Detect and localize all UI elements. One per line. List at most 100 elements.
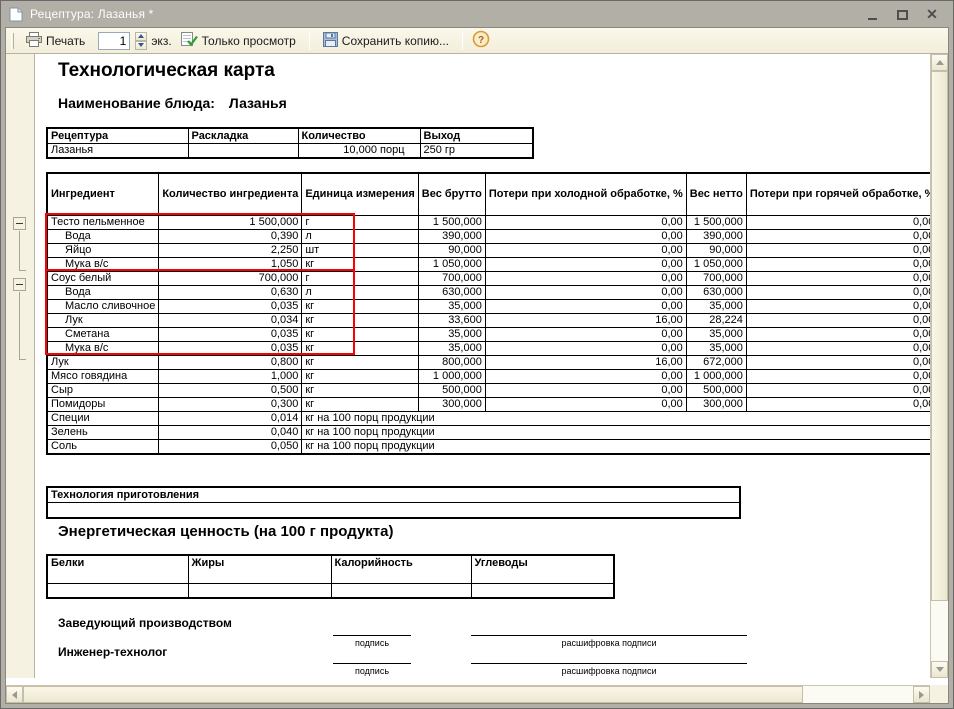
column-header: Жиры <box>188 555 331 583</box>
ingredients-table: ИнгредиентКоличество ингредиентаЕдиница … <box>46 172 930 455</box>
horizontal-scroll-thumb[interactable] <box>23 686 803 703</box>
technology-empty-row <box>48 503 739 517</box>
view-only-button[interactable]: Только просмотр <box>176 30 301 52</box>
table-cell: 0,00 <box>746 341 930 355</box>
close-button[interactable]: ✕ <box>925 8 939 20</box>
view-only-icon <box>181 32 198 50</box>
spinner-down-button[interactable] <box>135 41 147 50</box>
group-connector-line <box>19 292 20 359</box>
ingredient-row: Мука в/с0,035кг35,0000,0035,0000,0035,00… <box>47 341 930 355</box>
table-cell: 390,000 <box>686 229 746 243</box>
titlebar: Рецептура: Лазанья * ✕ <box>1 1 953 27</box>
column-header: Количество ингредиента <box>159 173 302 215</box>
table-cell: 0,390 <box>159 229 302 243</box>
dish-label: Наименование блюда: <box>58 95 215 111</box>
toolbar: Печать экз. Только просмотр Сохранить ко… <box>6 28 948 54</box>
table-cell: 0,034 <box>159 313 302 327</box>
horizontal-scrollbar[interactable] <box>6 685 930 703</box>
table-cell: Масло сливочное <box>47 299 159 313</box>
table-cell: 0,00 <box>746 257 930 271</box>
table-cell: Вода <box>47 285 159 299</box>
table-cell: кг на 100 порц продукции <box>302 425 930 439</box>
save-copy-button[interactable]: Сохранить копию... <box>318 30 454 52</box>
table-cell: 0,00 <box>746 397 930 411</box>
table-cell: 700,000 <box>159 271 302 285</box>
table-cell: Соус белый <box>47 271 159 285</box>
vertical-scrollbar[interactable] <box>930 54 948 678</box>
table-cell: 250 гр <box>420 144 533 158</box>
spinner-up-button[interactable] <box>135 32 147 41</box>
energy-value-table: БелкиЖирыКалорийностьУглеводы <box>46 554 615 599</box>
scroll-up-button[interactable] <box>931 54 948 71</box>
status-strip <box>6 678 948 685</box>
technology-box: Технология приготовления <box>46 486 741 519</box>
technology-label: Технология приготовления <box>48 488 739 503</box>
table-cell <box>188 583 331 598</box>
scroll-right-button[interactable] <box>913 686 930 703</box>
recipe-data-row: Лазанья 10,000 порц 250 гр <box>47 144 533 158</box>
ingredient-row: Сметана0,035кг35,0000,0035,0000,0035,000 <box>47 327 930 341</box>
collapse-group-button[interactable] <box>13 217 26 230</box>
table-cell: 0,00 <box>485 285 686 299</box>
maximize-button[interactable] <box>895 8 909 20</box>
table-cell: Мука в/с <box>47 341 159 355</box>
toolbar-grip[interactable] <box>11 33 14 49</box>
column-header: Углеводы <box>471 555 614 583</box>
table-cell: кг на 100 порц продукции <box>302 439 930 454</box>
table-cell: 500,000 <box>418 383 485 397</box>
table-cell: 0,035 <box>159 327 302 341</box>
app-window: Рецептура: Лазанья * ✕ Печать экз. <box>0 0 954 709</box>
ingredient-row: Соль0,050кг на 100 порц продукции <box>47 439 930 454</box>
group-connector-tick <box>19 270 26 271</box>
table-cell: Соль <box>47 439 159 454</box>
table-cell: Помидоры <box>47 397 159 411</box>
toolbar-separator <box>462 32 463 50</box>
group-connector-line <box>19 231 20 270</box>
table-cell: 500,000 <box>686 383 746 397</box>
table-cell: 0,00 <box>746 383 930 397</box>
signature-line <box>471 635 747 636</box>
minimize-icon <box>868 17 877 20</box>
table-cell: 0,040 <box>159 425 302 439</box>
minimize-button[interactable] <box>865 8 879 20</box>
arrow-down-icon <box>936 667 944 672</box>
print-button[interactable]: Печать <box>21 30 90 52</box>
table-cell: кг <box>302 355 418 369</box>
scroll-left-button[interactable] <box>6 686 23 703</box>
table-cell: 0,00 <box>485 369 686 383</box>
table-cell: 1,050 <box>159 257 302 271</box>
table-cell: 0,00 <box>746 229 930 243</box>
table-cell: 0,00 <box>746 243 930 257</box>
table-cell: 28,224 <box>686 313 746 327</box>
arrow-up-icon <box>936 60 944 65</box>
toolbar-separator <box>309 32 310 50</box>
ingredient-row: Вода0,630л630,0000,00630,0000,00630,000 <box>47 285 930 299</box>
recipe-header-row: РецептураРаскладкаКоличествоВыход <box>47 128 533 144</box>
column-header: Выход <box>420 128 533 144</box>
collapse-group-button[interactable] <box>13 278 26 291</box>
copies-input[interactable] <box>98 32 130 50</box>
table-cell: 0,00 <box>485 397 686 411</box>
table-cell: кг <box>302 341 418 355</box>
chevron-down-icon <box>138 43 144 47</box>
table-cell: Вода <box>47 229 159 243</box>
table-cell: 0,00 <box>746 215 930 229</box>
dish-name-line: Наименование блюда: Лазанья <box>58 95 287 111</box>
table-cell: кг <box>302 313 418 327</box>
dish-name: Лазанья <box>229 95 287 111</box>
table-cell: 16,00 <box>485 355 686 369</box>
scroll-down-button[interactable] <box>931 661 948 678</box>
table-cell: 0,00 <box>485 299 686 313</box>
help-button[interactable]: ? <box>471 31 491 51</box>
table-cell: кг <box>302 299 418 313</box>
table-cell: 0,00 <box>485 243 686 257</box>
table-cell: 0,00 <box>485 341 686 355</box>
table-cell: 1 500,000 <box>159 215 302 229</box>
table-cell: л <box>302 229 418 243</box>
vertical-scroll-thumb[interactable] <box>931 71 948 601</box>
table-cell: 300,000 <box>418 397 485 411</box>
ingredient-row: Лук0,800кг800,00016,00672,0000,00672,000 <box>47 355 930 369</box>
group-connector-tick <box>19 359 26 360</box>
ingredient-row: Тесто пельменное1 500,000г1 500,0000,001… <box>47 215 930 229</box>
ingredient-row: Специи0,014кг на 100 порц продукции <box>47 411 930 425</box>
